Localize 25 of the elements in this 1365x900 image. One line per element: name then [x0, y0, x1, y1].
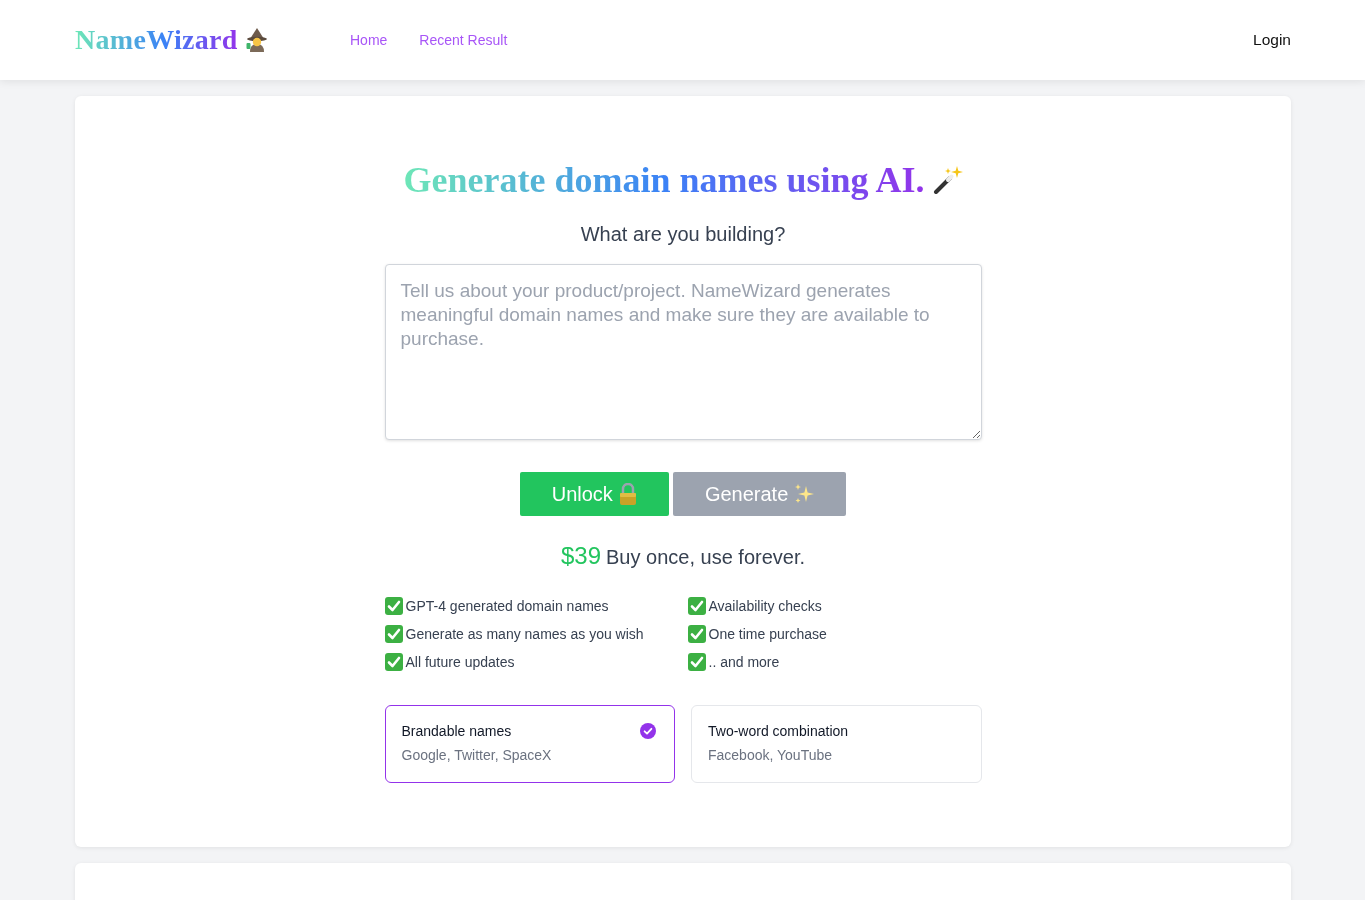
login-link[interactable]: Login: [1253, 31, 1291, 49]
nav-link[interactable]: Recent Result: [419, 32, 508, 48]
name-style-option[interactable]: Two-word combination Facebook, YouTube: [691, 705, 982, 783]
description-field[interactable]: Tell us about your product/project. NameWizard generates meaningful domain names and make sure they are available to purchase.: [384, 264, 982, 440]
price: $39: [560, 541, 601, 571]
wizard-icon: [245, 28, 268, 52]
name-style-option[interactable]: Brandable names Google, Twitter, SpaceX: [384, 705, 675, 783]
option-title: Two-word combination: [708, 722, 849, 741]
option-examples: Facebook, YouTube: [708, 746, 834, 765]
unlock-button[interactable]: Unlock: [519, 472, 669, 516]
feature-label: One time purchase: [708, 626, 827, 642]
option-title: Brandable names: [401, 722, 513, 741]
magic-wand-icon: [932, 166, 963, 194]
option-examples: Google, Twitter, SpaceX: [401, 746, 552, 765]
nav-link[interactable]: Home: [350, 32, 388, 48]
padlock-icon: [618, 483, 637, 505]
sparkles-icon: [794, 484, 815, 504]
feature-label: .. and more: [708, 654, 780, 670]
question-label: What are you building?: [580, 222, 786, 247]
feature-label: All future updates: [405, 654, 515, 670]
feature-label: GPT-4 generated domain names: [405, 598, 609, 614]
check-circle-icon: [640, 723, 656, 739]
feature-label: Generate as many names as you wish: [405, 626, 644, 642]
price-tagline: Buy once, use forever.: [606, 545, 806, 570]
feature-label: Availability checks: [708, 598, 822, 614]
